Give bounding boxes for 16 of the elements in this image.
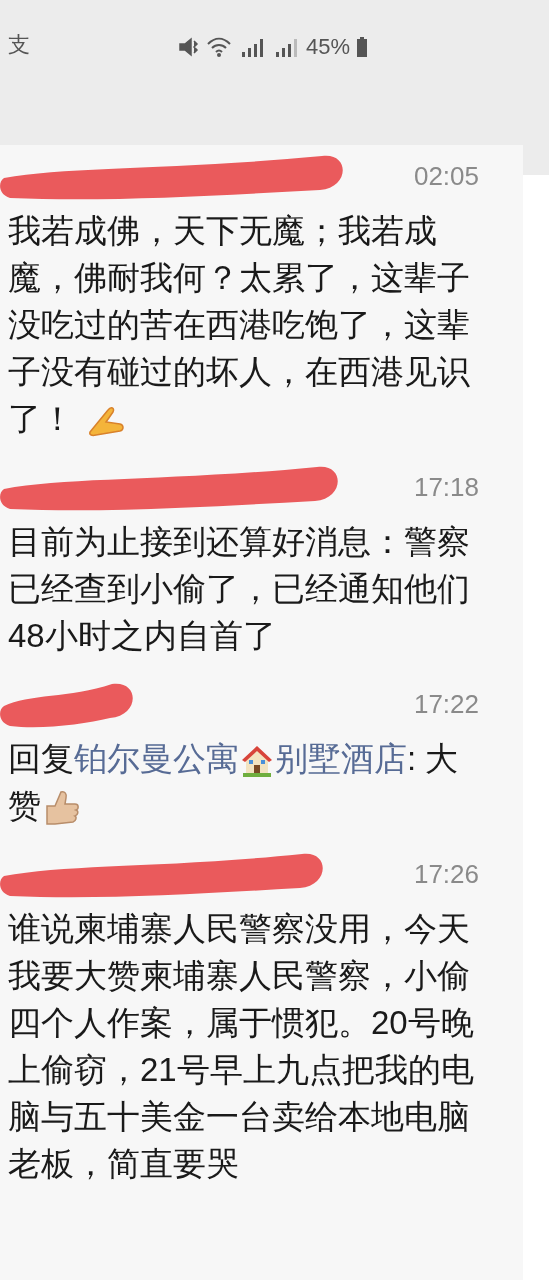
comment-time: 17:18 bbox=[413, 470, 479, 504]
comment-time: 02:05 bbox=[413, 159, 479, 193]
comment-text: 我若成佛，天下无魔；我若成魔，佛耐我何？太累了，这辈子没吃过的苦在西港吃饱了，这辈子没有碰过的坏人，在西港见识了！ bbox=[7, 211, 471, 441]
notification-icon: 支 bbox=[8, 27, 30, 61]
battery-icon bbox=[356, 36, 369, 57]
comment-text: 目前为止接到还算好消息：警察已经查到小偷了，已经通知他们48小时之内自首了 bbox=[7, 522, 471, 656]
comment-time: 17:22 bbox=[413, 687, 479, 721]
battery-level: 45% bbox=[306, 33, 351, 61]
user-link[interactable]: 铂尔曼公寓 bbox=[74, 740, 239, 777]
comment-time: 17:26 bbox=[413, 857, 479, 891]
mute-icon bbox=[178, 35, 200, 58]
comment-text: 谁说柬埔寨人民警察没用，今天我要大赞柬埔寨人民警察，小偷四个人作案，属于惯犯。20号晚上偷窃，21号早上九点把我的电脑与五十美金一台卖给本地电脑老板，简直要哭 bbox=[7, 909, 475, 1184]
user-link[interactable]: 别墅酒店 bbox=[275, 740, 407, 777]
comment-text: 回复铂尔曼公寓 别墅酒店: 大赞 bbox=[0, 735, 523, 829]
wifi-icon bbox=[206, 35, 232, 58]
hand-icon bbox=[86, 404, 126, 439]
